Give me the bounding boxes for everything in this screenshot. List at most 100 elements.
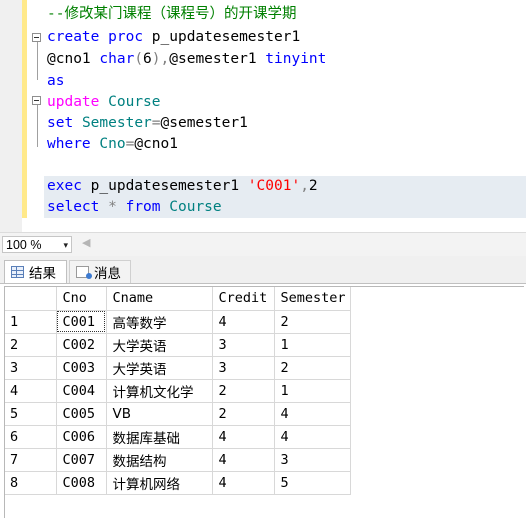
code-line[interactable]: @cno1 char(6),@semester1 tinyint	[47, 49, 326, 70]
editor-gutter	[0, 0, 22, 232]
row-number[interactable]: 3	[5, 356, 57, 380]
chevron-down-icon: ▾	[63, 240, 68, 250]
cell-credit[interactable]: 4	[212, 310, 275, 334]
cell-semester[interactable]: 1	[274, 379, 351, 403]
column-header-credit[interactable]: Credit	[212, 287, 275, 311]
cell-semester[interactable]: 5	[274, 471, 351, 495]
row-number[interactable]: 4	[5, 379, 57, 403]
cell-semester[interactable]: 1	[274, 333, 351, 357]
code-line[interactable]: where Cno=@cno1	[47, 134, 178, 155]
scroll-left-icon[interactable]: ◀	[82, 236, 90, 249]
table-row[interactable]: 4 C004 计算机文化学 2 1	[5, 379, 351, 403]
row-number[interactable]: 2	[5, 333, 57, 357]
cell-cname[interactable]: 大学英语	[106, 333, 213, 357]
results-grid: Cno Cname Credit Semester 1 C001 高等数学 4 2 2 C0…	[5, 287, 351, 495]
cell-cname[interactable]: 数据结构	[106, 448, 213, 472]
cell-semester[interactable]: 3	[274, 448, 351, 472]
code-line[interactable]: --修改某门课程（课程号）的开课学期	[47, 4, 296, 25]
cell-cname[interactable]: 大学英语	[106, 356, 213, 380]
code-line[interactable]: create proc p_updatesemester1	[47, 27, 300, 48]
cell-cno[interactable]: C007	[56, 448, 107, 472]
cell-semester[interactable]: 2	[274, 356, 351, 380]
cell-cno[interactable]: C002	[56, 333, 107, 357]
collapse-toggle-update[interactable]	[32, 96, 41, 105]
code-token: Cno	[99, 136, 126, 152]
cell-cname[interactable]: 高等数学	[106, 310, 213, 334]
code-token: =	[151, 115, 161, 131]
query-editor[interactable]: --修改某门课程（课程号）的开课学期 create proc p_updatese…	[0, 0, 526, 232]
column-header-cno[interactable]: Cno	[56, 287, 107, 311]
cell-cno[interactable]: C005	[56, 402, 107, 426]
row-number[interactable]: 5	[5, 402, 57, 426]
change-indicator-bar	[22, 0, 27, 218]
code-token: tinyint	[265, 51, 327, 67]
code-token: exec	[47, 178, 82, 194]
code-token: @cno1	[47, 51, 100, 67]
code-token: @cno1	[134, 136, 178, 152]
column-header-semester[interactable]: Semester	[274, 287, 351, 311]
collapse-toggle-create[interactable]	[32, 33, 41, 42]
zoom-dropdown[interactable]: 100 % ▾	[2, 236, 72, 253]
results-grid-container: Cno Cname Credit Semester 1 C001 高等数学 4 2 2 C0…	[4, 286, 524, 518]
code-token: Semester	[81, 115, 152, 131]
cell-semester[interactable]: 2	[274, 310, 351, 334]
cell-cname[interactable]: 计算机网络	[106, 471, 213, 495]
cell-cno[interactable]: C004	[56, 379, 107, 403]
code-token: (	[134, 51, 144, 67]
cell-cname[interactable]: VB	[106, 402, 213, 426]
code-line[interactable]: exec p_updatesemester1 'C001',2	[47, 176, 318, 197]
table-row[interactable]: 1 C001 高等数学 4 2	[5, 310, 351, 334]
message-icon	[76, 266, 92, 279]
cell-semester[interactable]: 4	[274, 402, 351, 426]
grid-body: 1 C001 高等数学 4 2 2 C002 大学英语 3 1 3 C003 大学英语 3 2 4 C004 计算…	[5, 310, 351, 495]
cell-cname[interactable]: 数据库基础	[106, 425, 213, 449]
row-number[interactable]: 1	[5, 310, 57, 334]
table-row[interactable]: 8 C008 计算机网络 4 5	[5, 471, 351, 495]
editor-status-strip: 100 % ▾ ◀	[0, 232, 526, 256]
code-token: 2	[308, 178, 318, 194]
row-number[interactable]: 6	[5, 425, 57, 449]
code-token: p_updatesemester1	[143, 29, 301, 45]
table-row[interactable]: 6 C006 数据库基础 4 4	[5, 425, 351, 449]
tab-results[interactable]: 结果	[4, 260, 67, 283]
code-line[interactable]: set Semester=@semester1	[47, 113, 248, 134]
cell-cno[interactable]: C008	[56, 471, 107, 495]
code-token: @semester1	[160, 115, 248, 131]
cell-cname[interactable]: 计算机文化学	[106, 379, 213, 403]
outline-guide	[37, 42, 38, 80]
code-token: ),	[151, 51, 170, 67]
row-number-header[interactable]	[5, 287, 57, 311]
code-line[interactable]: update Course	[47, 92, 161, 113]
cell-credit[interactable]: 4	[212, 471, 275, 495]
code-token: proc	[108, 29, 144, 45]
cell-cno[interactable]: C006	[56, 425, 107, 449]
row-number[interactable]: 7	[5, 448, 57, 472]
grid-header-row: Cno Cname Credit Semester	[5, 287, 351, 311]
code-token: 6	[143, 51, 152, 67]
cell-credit[interactable]: 3	[212, 356, 275, 380]
column-header-cname[interactable]: Cname	[106, 287, 213, 311]
table-row[interactable]: 7 C007 数据结构 4 3	[5, 448, 351, 472]
table-row[interactable]: 2 C002 大学英语 3 1	[5, 333, 351, 357]
cell-credit[interactable]: 4	[212, 425, 275, 449]
cell-semester[interactable]: 4	[274, 425, 351, 449]
code-token: 'C001'	[247, 178, 301, 194]
tab-messages[interactable]: 消息	[69, 260, 131, 283]
cell-credit[interactable]: 4	[212, 448, 275, 472]
code-line[interactable]: as	[47, 71, 64, 92]
cell-cno[interactable]: C001	[56, 310, 107, 334]
table-row[interactable]: 3 C003 大学英语 3 2	[5, 356, 351, 380]
tab-results-label: 结果	[29, 266, 56, 282]
cell-cno[interactable]: C003	[56, 356, 107, 380]
code-line[interactable]: select * from Course	[47, 197, 222, 218]
row-number[interactable]: 8	[5, 471, 57, 495]
table-row[interactable]: 5 C005 VB 2 4	[5, 402, 351, 426]
zoom-value: 100 %	[6, 238, 42, 252]
cell-credit[interactable]: 2	[212, 379, 275, 403]
code-token: *	[108, 199, 117, 215]
cell-credit[interactable]: 3	[212, 333, 275, 357]
cell-credit[interactable]: 2	[212, 402, 275, 426]
